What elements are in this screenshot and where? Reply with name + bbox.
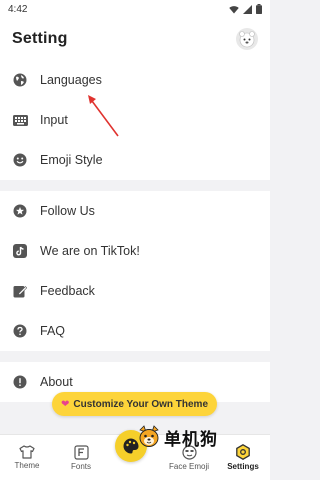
globe-icon xyxy=(12,72,28,88)
settings-icon xyxy=(236,444,250,460)
setting-label: FAQ xyxy=(40,324,66,338)
tab-label: Face Emoji xyxy=(168,461,209,471)
setting-follow-us[interactable]: Follow Us xyxy=(0,191,270,231)
setting-tiktok[interactable]: We are on TikTok! xyxy=(0,231,270,271)
setting-label: Feedback xyxy=(40,284,95,298)
tab-label: Theme xyxy=(14,461,40,470)
avatar[interactable] xyxy=(236,28,258,50)
edit-icon xyxy=(12,283,28,299)
heart-icon: ❤ xyxy=(60,398,70,410)
setting-label: Emoji Style xyxy=(40,153,103,167)
setting-emoji-style[interactable]: Emoji Style xyxy=(0,140,270,180)
tab-theme[interactable]: Theme xyxy=(0,435,54,480)
setting-feedback[interactable]: Feedback xyxy=(0,271,270,311)
setting-label: We are on TikTok! xyxy=(40,244,140,258)
tiktok-icon xyxy=(12,243,28,259)
font-icon xyxy=(73,444,89,460)
dog-logo-icon xyxy=(139,425,159,447)
status-icons xyxy=(229,4,262,14)
tab-label: Fonts xyxy=(70,461,91,471)
header: Setting xyxy=(0,18,270,60)
page-title: Setting xyxy=(12,30,68,47)
tab-fonts[interactable]: Fonts xyxy=(54,435,108,480)
setting-label: Follow Us xyxy=(40,204,95,218)
settings-group-general: Languages Input Emoji Style xyxy=(0,60,270,180)
tab-settings[interactable]: Settings xyxy=(216,435,270,480)
tshirt-icon xyxy=(19,445,35,459)
customize-theme-button[interactable]: ❤ Customize Your Own Theme xyxy=(52,392,217,416)
avatar-character-icon xyxy=(239,31,255,48)
setting-faq[interactable]: FAQ xyxy=(0,311,270,351)
signal-icon xyxy=(243,4,252,14)
setting-input[interactable]: Input xyxy=(0,100,270,140)
keyboard-icon xyxy=(12,112,28,128)
info-icon xyxy=(12,374,28,390)
star-icon xyxy=(12,203,28,219)
status-bar: 4:42 xyxy=(0,0,270,18)
setting-label: About xyxy=(40,375,73,389)
wifi-icon xyxy=(229,5,239,13)
setting-label: Input xyxy=(40,113,68,127)
smiley-icon xyxy=(12,152,28,168)
watermark: 单机狗 xyxy=(136,424,218,450)
battery-icon xyxy=(256,4,262,14)
settings-group-social: Follow Us We are on TikTok! Feedback FAQ xyxy=(0,191,270,351)
help-icon xyxy=(12,323,28,339)
tab-label: Settings xyxy=(227,462,259,471)
status-time: 4:42 xyxy=(8,3,28,15)
setting-label: Languages xyxy=(40,73,102,87)
customize-theme-label: Customize Your Own Theme xyxy=(73,398,209,410)
setting-languages[interactable]: Languages xyxy=(0,60,270,100)
watermark-text: 单机狗 xyxy=(164,429,218,450)
